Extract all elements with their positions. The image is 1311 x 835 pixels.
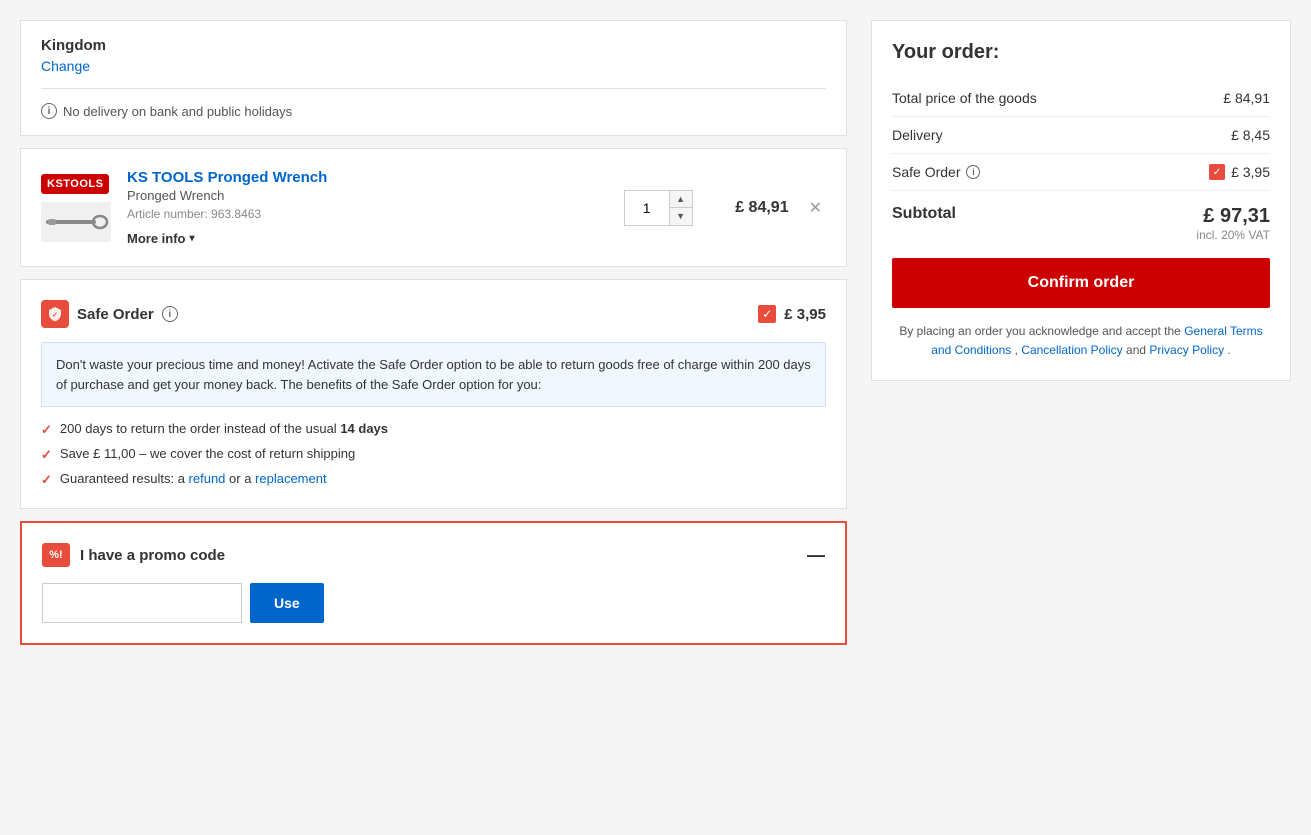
order-line-safe-order: Safe Order i ✓ £ 3,95 bbox=[892, 154, 1270, 191]
svg-text:✓: ✓ bbox=[52, 312, 58, 319]
safe-order-checkbox-summary[interactable]: ✓ bbox=[1209, 164, 1225, 180]
confirm-order-button[interactable]: Confirm order bbox=[892, 258, 1270, 308]
quantity-increase-button[interactable]: ▲ bbox=[670, 191, 692, 209]
delivery-country: Kingdom bbox=[41, 37, 826, 54]
safe-order-card: ✓ Safe Order i ✓ £ 3,95 Don't waste your… bbox=[20, 279, 847, 509]
product-info: KS TOOLS Pronged Wrench Pronged Wrench A… bbox=[127, 169, 608, 246]
legal-prefix: By placing an order you acknowledge and … bbox=[899, 324, 1184, 338]
delivery-notice-text: No delivery on bank and public holidays bbox=[63, 104, 292, 119]
safe-order-checkbox[interactable]: ✓ bbox=[758, 305, 776, 323]
safe-order-title-text: Safe Order bbox=[77, 306, 154, 323]
subtotal-value-group: £ 97,31 incl. 20% VAT bbox=[1196, 205, 1270, 242]
promo-code-input[interactable] bbox=[42, 583, 242, 623]
benefit-text: Save £ 11,00 – we cover the cost of retu… bbox=[60, 446, 355, 461]
delivery-notice: i No delivery on bank and public holiday… bbox=[41, 88, 826, 119]
product-logo-area: KSTOOLS bbox=[41, 174, 111, 242]
info-icon: i bbox=[41, 103, 57, 119]
safe-order-price-group: ✓ £ 3,95 bbox=[758, 305, 826, 323]
goods-value: £ 84,91 bbox=[1223, 90, 1270, 106]
safe-order-price-right: ✓ £ 3,95 bbox=[1209, 164, 1270, 180]
subtotal-value: £ 97,31 bbox=[1196, 205, 1270, 228]
safe-order-line-label: Safe Order bbox=[892, 164, 960, 180]
privacy-policy-link[interactable]: Privacy Policy bbox=[1149, 343, 1224, 357]
quantity-decrease-button[interactable]: ▼ bbox=[670, 208, 692, 225]
delivery-label: Delivery bbox=[892, 127, 943, 143]
subtotal-vat: incl. 20% VAT bbox=[1196, 228, 1270, 242]
promo-collapse-button[interactable]: — bbox=[807, 545, 825, 566]
ks-tools-logo: KSTOOLS bbox=[41, 174, 109, 194]
product-name[interactable]: KS TOOLS Pronged Wrench bbox=[127, 169, 608, 186]
safe-order-price: £ 3,95 bbox=[784, 306, 826, 323]
safe-order-label-group: Safe Order i bbox=[892, 164, 980, 180]
shield-icon: ✓ bbox=[47, 306, 63, 322]
checkmark-icon: ✓ bbox=[41, 472, 52, 488]
checkmark-icon: ✓ bbox=[41, 422, 52, 438]
safe-order-info-icon-summary[interactable]: i bbox=[966, 165, 980, 179]
product-image bbox=[41, 202, 111, 242]
benefit-item: ✓ Guaranteed results: a refund or a repl… bbox=[41, 471, 826, 488]
order-summary-panel: Your order: Total price of the goods £ 8… bbox=[871, 20, 1291, 815]
promo-header: %! I have a promo code — bbox=[42, 543, 825, 567]
legal-period: . bbox=[1227, 343, 1230, 357]
product-price: £ 84,91 bbox=[709, 199, 789, 217]
safe-order-value: £ 3,95 bbox=[1231, 164, 1270, 180]
safe-order-title: ✓ Safe Order i bbox=[41, 300, 178, 328]
promo-icon: %! bbox=[42, 543, 70, 567]
safe-order-header: ✓ Safe Order i ✓ £ 3,95 bbox=[41, 300, 826, 328]
legal-and: and bbox=[1126, 343, 1149, 357]
delivery-value: £ 8,45 bbox=[1231, 127, 1270, 143]
more-info-arrow-icon: ▾ bbox=[190, 233, 195, 244]
promo-title: I have a promo code bbox=[80, 547, 225, 564]
order-line-goods: Total price of the goods £ 84,91 bbox=[892, 80, 1270, 117]
checkmark-icon: ✓ bbox=[41, 447, 52, 463]
order-line-delivery: Delivery £ 8,45 bbox=[892, 117, 1270, 154]
goods-label: Total price of the goods bbox=[892, 90, 1037, 106]
safe-order-benefits: ✓ 200 days to return the order instead o… bbox=[41, 421, 826, 488]
delivery-section: Kingdom Change i No delivery on bank and… bbox=[20, 20, 847, 136]
quantity-input[interactable] bbox=[625, 191, 669, 225]
promo-code-card: %! I have a promo code — Use bbox=[20, 521, 847, 645]
benefit-item: ✓ Save £ 11,00 – we cover the cost of re… bbox=[41, 446, 826, 463]
change-delivery-link[interactable]: Change bbox=[41, 58, 90, 74]
benefit-text: Guaranteed results: a refund or a replac… bbox=[60, 471, 327, 486]
product-card: KSTOOLS KS TOOLS Pronged Wrench Pronged … bbox=[20, 148, 847, 267]
wrench-icon bbox=[44, 207, 109, 237]
subtotal-label: Subtotal bbox=[892, 205, 956, 223]
remove-product-button[interactable]: ✕ bbox=[805, 194, 826, 222]
product-quantity: ▲ ▼ bbox=[624, 190, 693, 226]
product-article: Article number: 963.8463 bbox=[127, 207, 608, 221]
order-summary-title: Your order: bbox=[892, 41, 1270, 64]
more-info-toggle[interactable]: More info ▾ bbox=[127, 231, 608, 246]
cancellation-policy-link[interactable]: Cancellation Policy bbox=[1021, 343, 1122, 357]
safe-order-description: Don't waste your precious time and money… bbox=[41, 342, 826, 407]
safe-order-icon: ✓ bbox=[41, 300, 69, 328]
legal-text: By placing an order you acknowledge and … bbox=[892, 322, 1270, 360]
promo-use-button[interactable]: Use bbox=[250, 583, 324, 623]
promo-icon-label: %! bbox=[49, 549, 62, 561]
benefit-text: 200 days to return the order instead of … bbox=[60, 421, 388, 436]
subtotal-line: Subtotal £ 97,31 incl. 20% VAT bbox=[892, 191, 1270, 258]
promo-input-row: Use bbox=[42, 583, 825, 623]
safe-order-info-icon[interactable]: i bbox=[162, 306, 178, 322]
order-summary: Your order: Total price of the goods £ 8… bbox=[871, 20, 1291, 381]
benefit-item: ✓ 200 days to return the order instead o… bbox=[41, 421, 826, 438]
product-subtitle: Pronged Wrench bbox=[127, 188, 608, 203]
